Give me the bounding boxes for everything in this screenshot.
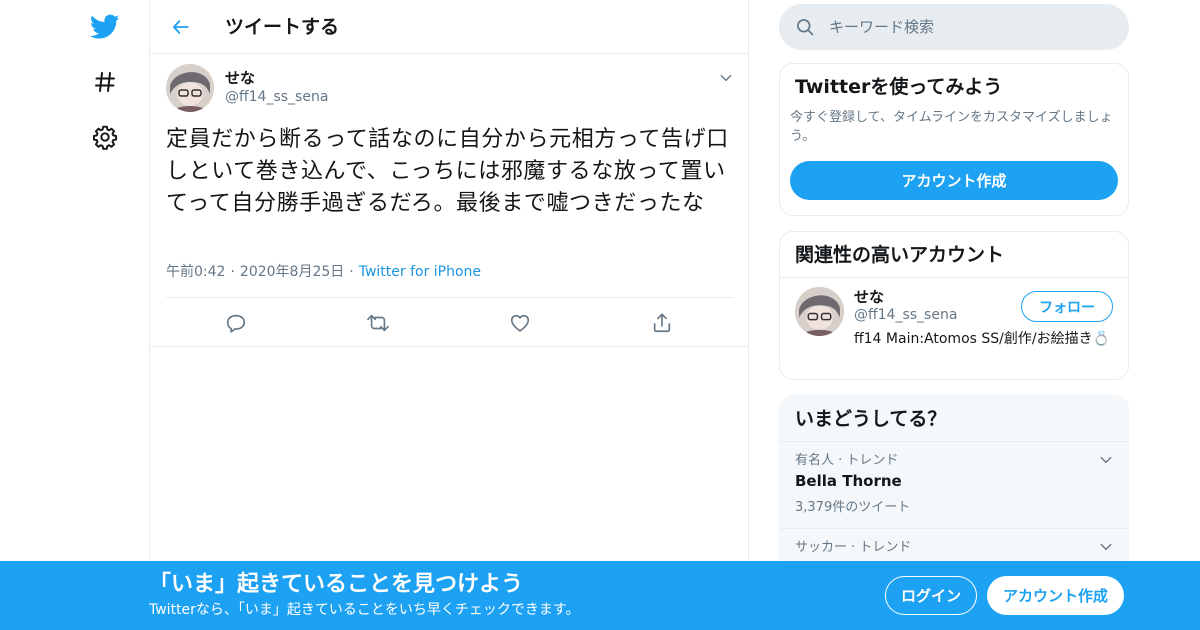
tweet-date[interactable]: 2020年8月25日 (240, 264, 344, 280)
tweet-column: ツイートする せな @ff14_ss_sena 定員だから断るって話なのに自分か… (149, 0, 749, 630)
search-bar[interactable] (779, 4, 1129, 50)
search-input[interactable] (829, 4, 1119, 50)
retweet-icon[interactable] (365, 310, 391, 336)
login-button[interactable]: ログイン (885, 576, 977, 615)
signup-card-title: Twitterを使ってみよう (795, 76, 1003, 98)
tweet-time[interactable]: 午前0:42 (166, 264, 225, 280)
avatar[interactable] (795, 287, 844, 336)
related-accounts-card: 関連性の高いアカウント せな @ff14_ss_sena フォロー ff14 M… (779, 231, 1129, 380)
author-handle[interactable]: @ff14_ss_sena (225, 88, 328, 106)
tweet-text: 定員だから断るって話なのに自分から元相方って告げ口しといて巻き込んで、こっちには… (166, 127, 729, 216)
column-header: ツイートする (150, 0, 748, 54)
related-account-bio: ff14 Main:Atomos SS/創作/お絵描き💍 (854, 331, 1111, 347)
reply-icon[interactable] (223, 310, 249, 336)
like-icon[interactable] (507, 310, 533, 336)
gear-icon[interactable] (89, 121, 121, 153)
signup-banner: 「いま」起きていることを見つけよう Twitterなら、「いま」起きていることを… (0, 561, 1200, 630)
separator: · (349, 264, 354, 280)
divider (166, 297, 734, 298)
trend-tweet-count: 3,379件のツイート (795, 500, 911, 515)
banner-subtitle: Twitterなら、「いま」起きていることをいち早くチェックできます。 (149, 602, 580, 618)
signup-card-description: 今すぐ登録して、タイムラインをカスタマイズしましょう。 (790, 110, 1113, 144)
author-name[interactable]: せな (225, 68, 255, 88)
banner-title: 「いま」起きていることを見つけよう (149, 572, 524, 597)
separator: · (230, 264, 235, 280)
trend-context: サッカー · トレンド (795, 540, 912, 555)
divider (150, 346, 748, 347)
trend-item[interactable]: 有名人 · トレンド Bella Thorne 3,379件のツイート (780, 442, 1128, 528)
chevron-down-icon[interactable] (716, 68, 736, 88)
twitter-logo-icon[interactable] (89, 11, 121, 43)
follow-button[interactable]: フォロー (1021, 291, 1113, 322)
related-accounts-title: 関連性の高いアカウント (795, 244, 1005, 266)
share-icon[interactable] (649, 310, 675, 336)
create-account-button[interactable]: アカウント作成 (987, 576, 1124, 615)
trend-context: 有名人 · トレンド (795, 453, 899, 468)
search-icon (795, 17, 815, 37)
tweet-source-link[interactable]: Twitter for iPhone (359, 264, 481, 280)
avatar[interactable] (166, 64, 214, 112)
page-title: ツイートする (225, 16, 340, 38)
tweet-timestamp: 午前0:42 · 2020年8月25日 · Twitter for iPhone (166, 262, 481, 282)
chevron-down-icon[interactable] (1096, 537, 1116, 557)
chevron-down-icon[interactable] (1096, 450, 1116, 470)
signup-card: Twitterを使ってみよう 今すぐ登録して、タイムラインをカスタマイズしましょ… (779, 63, 1129, 216)
divider (780, 277, 1128, 278)
related-account-handle[interactable]: @ff14_ss_sena (854, 306, 957, 324)
arrow-left-icon[interactable] (168, 14, 194, 40)
left-nav (0, 0, 150, 630)
create-account-button[interactable]: アカウント作成 (790, 161, 1118, 200)
hashtag-icon[interactable] (89, 66, 121, 98)
trend-name: Bella Thorne (795, 472, 902, 490)
trends-title: いまどうしてる？ (795, 408, 947, 430)
related-account-name[interactable]: せな (854, 287, 884, 307)
